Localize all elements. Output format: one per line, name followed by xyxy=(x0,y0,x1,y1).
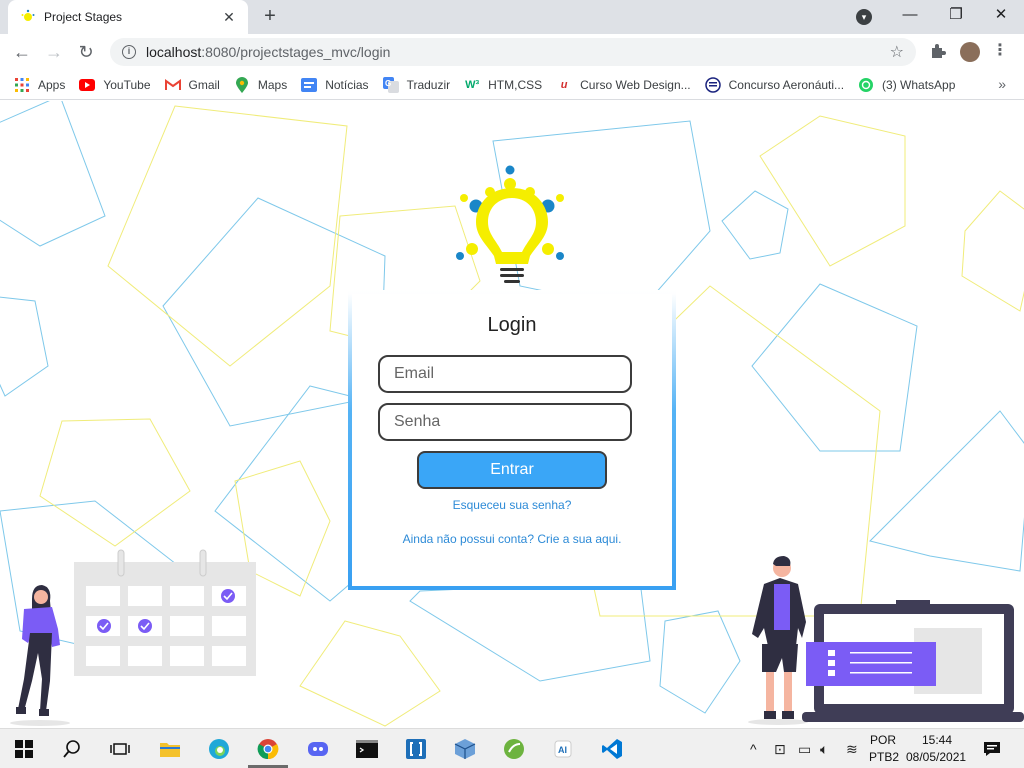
bookmark-label: YouTube xyxy=(103,77,151,92)
signup-link[interactable]: Ainda não possui conta? Crie a sua aqui. xyxy=(352,532,672,546)
login-title: Login xyxy=(487,314,537,336)
youtube-icon xyxy=(79,77,96,93)
bookmark-label: Apps xyxy=(38,77,66,92)
discord-icon[interactable] xyxy=(304,735,332,763)
bookmark-maps[interactable]: Maps xyxy=(234,76,288,93)
browser-toolbar: ← → ↻ i localhost:8080/projectstages_mvc… xyxy=(0,34,1024,70)
gmail-icon xyxy=(164,77,181,93)
browser-tab-strip: Project Stages ✕ + ▾ — ❐ ✕ xyxy=(0,0,1024,34)
extensions-puzzle-icon[interactable] xyxy=(928,42,948,62)
new-tab-button[interactable]: + xyxy=(258,6,282,28)
keyboard-layout[interactable]: PTB2 xyxy=(869,750,899,764)
course-icon: u xyxy=(560,78,568,91)
forward-icon[interactable]: → xyxy=(42,40,66,64)
bookmark-htmcss[interactable]: W³ HTM,CSS xyxy=(464,77,542,93)
close-window-button[interactable]: ✕ xyxy=(983,4,1019,28)
url-path: :8080/projectstages_mvc/login xyxy=(201,44,391,60)
notifications-icon[interactable] xyxy=(978,735,1006,763)
bookmark-star-icon[interactable]: ☆ xyxy=(890,42,904,62)
bookmark-course[interactable]: u Curso Web Design... xyxy=(556,77,691,93)
bookmark-label: Concurso Aeronáuti... xyxy=(728,77,845,92)
clock-time[interactable]: 15:44 xyxy=(922,733,952,747)
file-explorer-icon[interactable] xyxy=(156,735,184,763)
bookmark-youtube[interactable]: YouTube xyxy=(79,77,151,93)
address-bar[interactable]: i localhost:8080/projectstages_mvc/login… xyxy=(110,38,916,66)
wifi-icon[interactable]: ≋ xyxy=(846,741,858,758)
bookmark-translate[interactable]: G Traduzir xyxy=(382,76,451,93)
list-icon xyxy=(704,76,721,93)
windows-start-icon[interactable] xyxy=(10,735,38,763)
bookmark-gmail[interactable]: Gmail xyxy=(164,77,220,93)
virtualbox-icon[interactable] xyxy=(451,735,479,763)
bookmarks-overflow-icon[interactable]: » xyxy=(998,76,1006,92)
minimize-button[interactable]: — xyxy=(892,4,928,28)
clock-date[interactable]: 08/05/2021 xyxy=(906,750,966,764)
lightbulb-favicon-icon xyxy=(20,9,36,25)
reload-icon[interactable]: ↻ xyxy=(74,40,98,64)
tab-close-icon[interactable]: ✕ xyxy=(220,9,238,26)
network-device-icon[interactable]: ⊡ xyxy=(774,741,786,758)
maximize-button[interactable]: ❐ xyxy=(938,4,974,28)
svg-text:G: G xyxy=(385,79,391,88)
laptop-illustration xyxy=(802,600,1024,722)
chrome-icon[interactable] xyxy=(254,735,282,763)
windows-taskbar: AI ^ ⊡ ▭ 🔈︎ ≋ POR PTB2 15:44 08/05/2021 xyxy=(0,728,1024,768)
tab-search-icon[interactable]: ▾ xyxy=(856,9,872,25)
password-field[interactable] xyxy=(378,403,632,441)
url-host: localhost xyxy=(146,44,202,60)
bookmark-label: HTM,CSS xyxy=(488,77,543,92)
task-view-icon[interactable] xyxy=(106,735,134,763)
login-card: Login Entrar Esqueceu sua senha? Ainda n… xyxy=(348,290,676,590)
bookmark-news[interactable]: Notícias xyxy=(301,77,369,93)
profile-avatar[interactable] xyxy=(960,42,980,62)
apps-grid-icon xyxy=(14,77,30,93)
bookmark-apps[interactable]: Apps xyxy=(14,77,65,93)
woman-illustration xyxy=(10,585,70,726)
ide-bracket-icon[interactable] xyxy=(402,735,430,763)
app-icon[interactable]: AI xyxy=(549,735,577,763)
bookmark-label: Gmail xyxy=(188,77,220,92)
edge-browser-icon[interactable] xyxy=(205,735,233,763)
browser-menu-icon[interactable]: ⋮ xyxy=(992,42,1008,62)
whatsapp-icon xyxy=(858,77,874,93)
forgot-password-link[interactable]: Esqueceu sua senha? xyxy=(352,498,672,512)
calendar-illustration xyxy=(74,549,256,676)
browser-tab[interactable]: Project Stages ✕ xyxy=(8,0,248,34)
bookmark-whatsapp[interactable]: (3) WhatsApp xyxy=(858,77,955,93)
vscode-icon[interactable] xyxy=(598,735,626,763)
login-submit-button[interactable]: Entrar xyxy=(417,451,607,489)
url-text: localhost:8080/projectstages_mvc/login xyxy=(146,44,890,60)
bookmark-concurso[interactable]: Concurso Aeronáuti... xyxy=(704,76,845,93)
spring-tools-icon[interactable] xyxy=(500,735,528,763)
news-icon xyxy=(301,77,318,93)
tab-title: Project Stages xyxy=(44,10,123,24)
login-page: Login Entrar Esqueceu sua senha? Ainda n… xyxy=(0,101,1024,728)
language-indicator[interactable]: POR xyxy=(870,733,896,747)
maps-icon xyxy=(234,76,250,93)
terminal-icon[interactable] xyxy=(353,735,381,763)
volume-icon[interactable]: 🔈︎ xyxy=(820,741,828,758)
show-hidden-icons[interactable]: ^ xyxy=(750,741,757,757)
svg-text:AI: AI xyxy=(558,745,567,755)
lightbulb-logo-icon xyxy=(456,165,564,283)
bookmark-label: Curso Web Design... xyxy=(580,77,691,92)
email-field[interactable] xyxy=(378,355,632,393)
bookmark-label: (3) WhatsApp xyxy=(882,77,956,92)
site-info-icon[interactable]: i xyxy=(122,45,136,59)
bookmark-label: Notícias xyxy=(325,77,369,92)
search-icon[interactable] xyxy=(58,735,86,763)
back-icon[interactable]: ← xyxy=(10,40,34,64)
w3-icon: W³ xyxy=(465,78,480,91)
bookmarks-bar: Apps YouTube Gmail Maps Notícias G Tradu… xyxy=(0,70,1024,100)
battery-icon[interactable]: ▭ xyxy=(798,741,811,758)
translate-icon: G xyxy=(382,76,399,93)
bookmark-label: Traduzir xyxy=(406,77,451,92)
bookmark-label: Maps xyxy=(257,77,288,92)
